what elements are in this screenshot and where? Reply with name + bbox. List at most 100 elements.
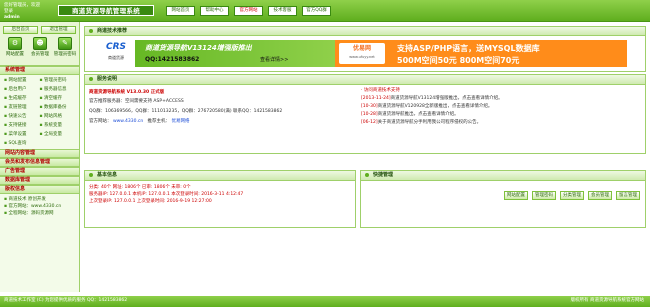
quick-manage-panel: 快捷管理 网站配置 管理密码 分类管理 会员管理 留言管理 [360, 170, 646, 228]
sidebar-item[interactable]: 快速公告 [4, 113, 40, 120]
sidebar-item[interactable]: 网站配置 [4, 77, 40, 84]
recommended-host-link[interactable]: 优易网络 [171, 119, 189, 124]
official-links: 官方网站： www.4330.cn 推荐主机： 优易网络 [89, 119, 190, 124]
system-version: 商道货源导航系统 V13.0.30 正式版 [89, 90, 165, 95]
news-item[interactable]: [10-30]商道货源导航V120928全新版推出，点击查看详情介绍。 [361, 103, 641, 111]
top-header: 您好管理员，欢迎登录 admin 商道货源导航管理系统 网站首页 帮助中心 官方… [0, 0, 650, 22]
footer-right: 版权所有 商道货源导航系统官方网站 [570, 298, 644, 303]
shortcut-label: 网站配置 [6, 52, 24, 57]
host-url: www.ufuyy.net [349, 55, 375, 59]
tab-tech-support[interactable]: 技术客服 [268, 6, 297, 16]
server-requirement: 官方推荐服务器：空间需要支持 ASP+ACCESS [89, 99, 184, 104]
basic-info-counts: 分类: 40个 网址: 1806个 已审: 1806个 未审: 0个 [89, 185, 191, 190]
sidebar-item[interactable]: 生成缓存 [4, 95, 40, 102]
promo-right: 支持ASP/PHP语言，送MYSQL数据库 500M空间50元 800M空间70… [393, 40, 627, 67]
sidebar-copyright-links: 商道技术 原创开发 官方网站：www.4330.cn 全程网站：源码货源网 [0, 194, 79, 219]
quick-manage-header: 快捷管理 [361, 171, 645, 181]
basic-info-panel: 基本信息 分类: 40个 网址: 1806个 已审: 1806个 未审: 0个 … [84, 170, 356, 228]
main-content: 商道技术推荐 CRS 商道货源 商道货源导航V13124增强版推出 QQ:142… [84, 26, 646, 290]
footer-left: 商道技术工作室 (C) 为您提供优质的服务 QQ：1421583862 [4, 298, 128, 303]
quick-category-button[interactable]: 分类管理 [560, 191, 584, 200]
brand-title: 商道货源导航管理系统 [58, 5, 154, 16]
logo-subtitle: 商道货源 [108, 55, 124, 60]
ad-panel: CRS 商道货源 商道货源导航V13124增强版推出 QQ:1421583862… [84, 36, 646, 72]
promo-right-line2: 500M空间50元 800M空间70元 [397, 56, 520, 65]
sidebar-item[interactable]: 服务器信息 [40, 86, 76, 93]
sidebar-item[interactable]: 菜单设置 [4, 131, 40, 138]
promo-line1: 商道货源导航V13124增强版推出 [145, 44, 252, 52]
sidebar-item[interactable]: 友链管理 [4, 104, 40, 111]
host-logo: 优易网 www.ufuyy.net [339, 43, 385, 64]
service-panel-header: 服务说明 [85, 75, 645, 85]
basic-info-last-login: 上次登录IP: 127.0.0.1 上次登录时间: 2016-9-19 12:2… [89, 199, 212, 204]
promo-banner[interactable]: CRS 商道货源 商道货源导航V13124增强版推出 QQ:1421583862… [97, 40, 627, 67]
sidebar-item[interactable]: 数据库备份 [40, 104, 76, 111]
footer: 商道技术工作室 (C) 为您提供优质的服务 QQ：1421583862 版权所有… [0, 296, 650, 307]
service-panel: 服务说明 商道货源导航系统 V13.0.30 正式版 官方推荐服务器：空间需要支… [84, 74, 646, 154]
promo-details: 查看详情>> [260, 57, 289, 63]
ad-panel-header: 商道技术推荐 [84, 26, 646, 36]
shortcut-admin-password[interactable]: ✎ 管理员密码 [53, 37, 77, 58]
sidebar-item[interactable]: 网站风格 [40, 113, 76, 120]
sidebar: 后台首页 退出管理 ⚙ 网站配置 ☻ 会员管理 ✎ 管理员密码 系统管理 网站配… [0, 22, 80, 292]
logo-text: CRS [105, 42, 127, 52]
sidebar-section-database[interactable]: 数据库管理 [0, 176, 79, 185]
official-site-url[interactable]: www.4330.cn [113, 119, 143, 124]
sidebar-section-copyright[interactable]: 版权信息 [0, 185, 79, 194]
sidebar-item[interactable]: 系统变量 [40, 122, 76, 129]
sidebar-top: 后台首页 退出管理 ⚙ 网站配置 ☻ 会员管理 ✎ 管理员密码 [0, 22, 79, 66]
sidebar-item[interactable]: 全局变量 [40, 131, 76, 138]
shortcut-label: 会员管理 [31, 52, 49, 57]
system-info: 商道货源导航系统 V13.0.30 正式版 官方推荐服务器：空间需要支持 ASP… [89, 89, 349, 127]
sidebar-item[interactable]: 管理员密码 [40, 77, 76, 84]
sidebar-item[interactable]: SQL查询 [4, 140, 40, 147]
username: admin [4, 15, 20, 20]
sidebar-section-content[interactable]: 网站内容管理 [0, 149, 79, 158]
tab-help[interactable]: 帮助中心 [200, 6, 229, 16]
quick-buttons: 网站配置 管理密码 分类管理 会员管理 留言管理 [504, 191, 640, 200]
quick-password-button[interactable]: 管理密码 [532, 191, 556, 200]
sidebar-shortcuts: ⚙ 网站配置 ☻ 会员管理 ✎ 管理员密码 [3, 37, 77, 58]
gear-icon: ⚙ [8, 37, 22, 50]
shortcut-members[interactable]: ☻ 会员管理 [28, 37, 52, 58]
quick-messages-button[interactable]: 留言管理 [616, 191, 640, 200]
basic-info-content: 分类: 40个 网址: 1806个 已审: 1806个 未审: 0个 服务器IP… [85, 181, 355, 208]
quick-members-button[interactable]: 会员管理 [588, 191, 612, 200]
tab-official-site[interactable]: 官方网站 [234, 6, 263, 16]
sidebar-system-links: 网站配置 管理员密码 后台用户 服务器信息 生成缓存 清空缓存 友链管理 数据库… [0, 75, 79, 149]
sidebar-item[interactable]: 清空缓存 [40, 95, 76, 102]
partner-site-link[interactable]: 全程网站：源码货源网 [4, 210, 75, 217]
tab-home[interactable]: 网站首页 [166, 6, 195, 16]
quick-site-config-button[interactable]: 网站配置 [504, 191, 528, 200]
top-nav: 网站首页 帮助中心 官方网站 技术客服 官方QQ群 [166, 6, 331, 17]
official-site-link[interactable]: 官方网站：www.4330.cn [4, 203, 75, 210]
sidebar-item[interactable]: 后台用户 [4, 86, 40, 93]
sidebar-section-ads[interactable]: 广告管理 [0, 167, 79, 176]
qq-groups: QQ群：106369566，QQ群：111013235，QQ群：27672058… [89, 109, 283, 114]
promo-line2: QQ:1421583862 [145, 56, 200, 63]
info-row: 基本信息 分类: 40个 网址: 1806个 已审: 1806个 未审: 0个 … [84, 170, 646, 228]
lock-icon: ✎ [58, 37, 72, 50]
logout-button[interactable]: 退出管理 [41, 26, 76, 34]
basic-info-current-login: 服务器IP: 127.0.0.1 本机IP: 127.0.0.1 本次登录时间:… [89, 192, 244, 197]
news-item[interactable]: · 访问商道技术支持 [361, 88, 400, 93]
users-icon: ☻ [33, 37, 47, 50]
news-list: · 访问商道技术支持 [2013-11-24]商道货源导航V13124增强版推出… [361, 87, 641, 127]
news-item[interactable]: [06-12]关于商道货源导航分手利用我公司程序侵权的公告。 [361, 119, 641, 127]
sidebar-section-members[interactable]: 会员和发布信息管理 [0, 158, 79, 167]
promo-middle: 商道货源导航V13124增强版推出 QQ:1421583862 查看详情>> [135, 40, 335, 67]
sidebar-item[interactable]: 支持链接 [4, 122, 40, 129]
welcome-text: 您好管理员，欢迎登录 admin [4, 3, 44, 20]
promo-right-line1: 支持ASP/PHP语言，送MYSQL数据库 [397, 44, 540, 53]
news-item[interactable]: [10-28]商道货源导航推出，点击查看详情介绍。 [361, 111, 641, 119]
crs-logo: CRS 商道货源 [97, 40, 135, 67]
admin-home-button[interactable]: 后台首页 [3, 26, 38, 34]
sidebar-section-system[interactable]: 系统管理 [0, 66, 79, 75]
copyright-item: 商道技术 原创开发 [4, 196, 75, 203]
basic-info-header: 基本信息 [85, 171, 355, 181]
tab-qq-group[interactable]: 官方QQ群 [302, 6, 331, 16]
news-item[interactable]: [2013-11-24]商道货源导航V13124增强版推出，点击查看详情介绍。 [361, 95, 641, 103]
shortcut-site-config[interactable]: ⚙ 网站配置 [3, 37, 27, 58]
welcome-label: 您好管理员，欢迎登录 [4, 3, 40, 14]
host-name: 优易网 [352, 45, 371, 52]
